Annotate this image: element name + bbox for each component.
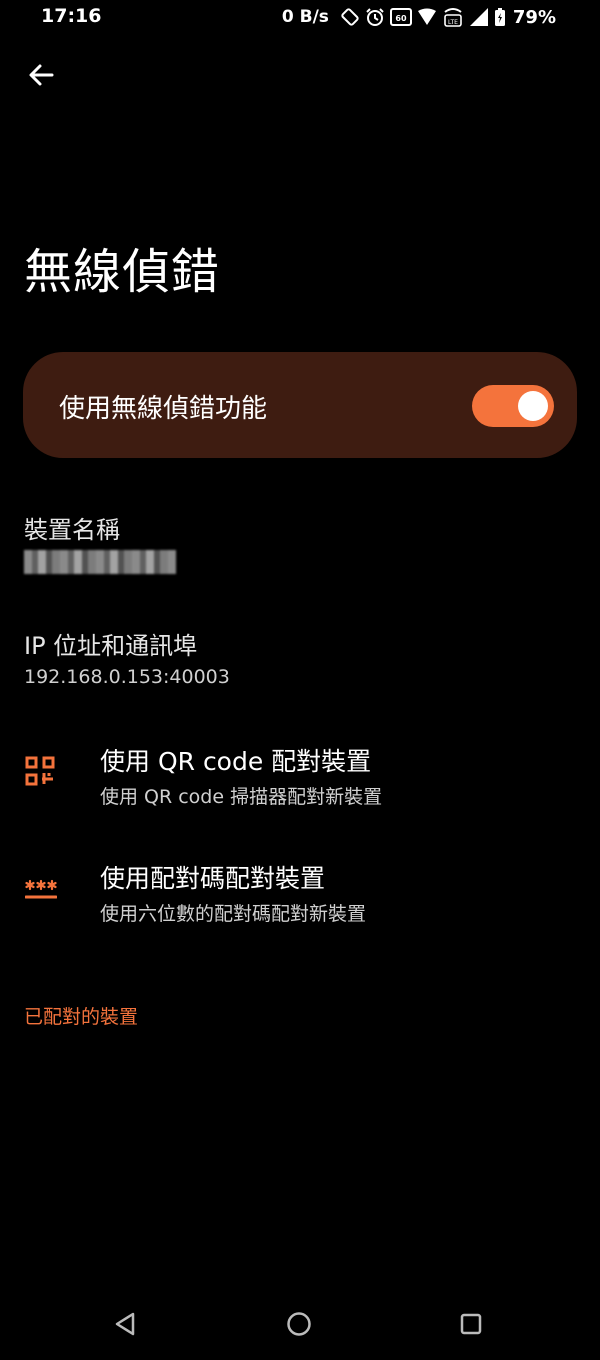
pair-with-code-row[interactable]: 使用配對碼配對裝置 使用六位數的配對碼配對新裝置 xyxy=(0,859,600,949)
arrow-back-icon xyxy=(29,64,54,86)
ip-port-title: IP 位址和通訊埠 xyxy=(24,632,198,660)
navigation-bar xyxy=(0,1290,600,1360)
pair-qr-title: 使用 QR code 配對裝置 xyxy=(100,747,372,776)
nav-home-button[interactable] xyxy=(277,1302,321,1346)
back-button[interactable] xyxy=(18,52,64,98)
nav-recents-button[interactable] xyxy=(449,1302,493,1346)
nav-back-button[interactable] xyxy=(103,1302,147,1346)
svg-text:LTE: LTE xyxy=(448,19,458,26)
rotate-icon xyxy=(340,7,360,27)
triangle-back-icon xyxy=(115,1312,135,1336)
device-name-value-redacted xyxy=(24,550,176,574)
refresh-rate-icon: 60 xyxy=(389,7,412,27)
pair-code-subtitle: 使用六位數的配對碼配對新裝置 xyxy=(100,903,367,925)
volte-icon: LTE xyxy=(442,6,464,28)
toggle-label: 使用無線偵錯功能 xyxy=(59,394,268,424)
password-icon xyxy=(25,877,57,901)
page-title: 無線偵錯 xyxy=(24,244,221,300)
switch-thumb xyxy=(518,391,548,421)
network-speed: 0 B/s xyxy=(281,7,329,27)
status-bar: 17:16 0 B/s 60 LTE 79% xyxy=(0,0,600,34)
signal-icon xyxy=(469,7,489,27)
wireless-debugging-toggle-row[interactable]: 使用無線偵錯功能 xyxy=(23,352,577,458)
circle-home-icon xyxy=(287,1312,311,1336)
status-icons: 0 B/s 60 LTE 79% xyxy=(282,4,556,30)
battery-percent: 79% xyxy=(512,6,556,28)
pair-with-qr-code-row[interactable]: 使用 QR code 配對裝置 使用 QR code 掃描器配對新裝置 xyxy=(0,742,600,832)
ip-port-value: 192.168.0.153:40003 xyxy=(24,666,230,688)
device-name-title: 裝置名稱 xyxy=(24,516,120,544)
wifi-icon xyxy=(417,8,437,26)
wireless-debugging-switch[interactable] xyxy=(472,385,554,427)
square-recents-icon xyxy=(460,1313,482,1335)
qr-code-icon xyxy=(25,756,55,786)
battery-icon xyxy=(494,7,506,27)
paired-devices-header: 已配對的裝置 xyxy=(24,1006,139,1028)
alarm-icon xyxy=(365,7,385,27)
pair-code-title: 使用配對碼配對裝置 xyxy=(100,864,326,893)
pair-qr-subtitle: 使用 QR code 掃描器配對新裝置 xyxy=(100,786,383,808)
status-time: 17:16 xyxy=(41,5,102,27)
svg-text:60: 60 xyxy=(395,14,407,23)
